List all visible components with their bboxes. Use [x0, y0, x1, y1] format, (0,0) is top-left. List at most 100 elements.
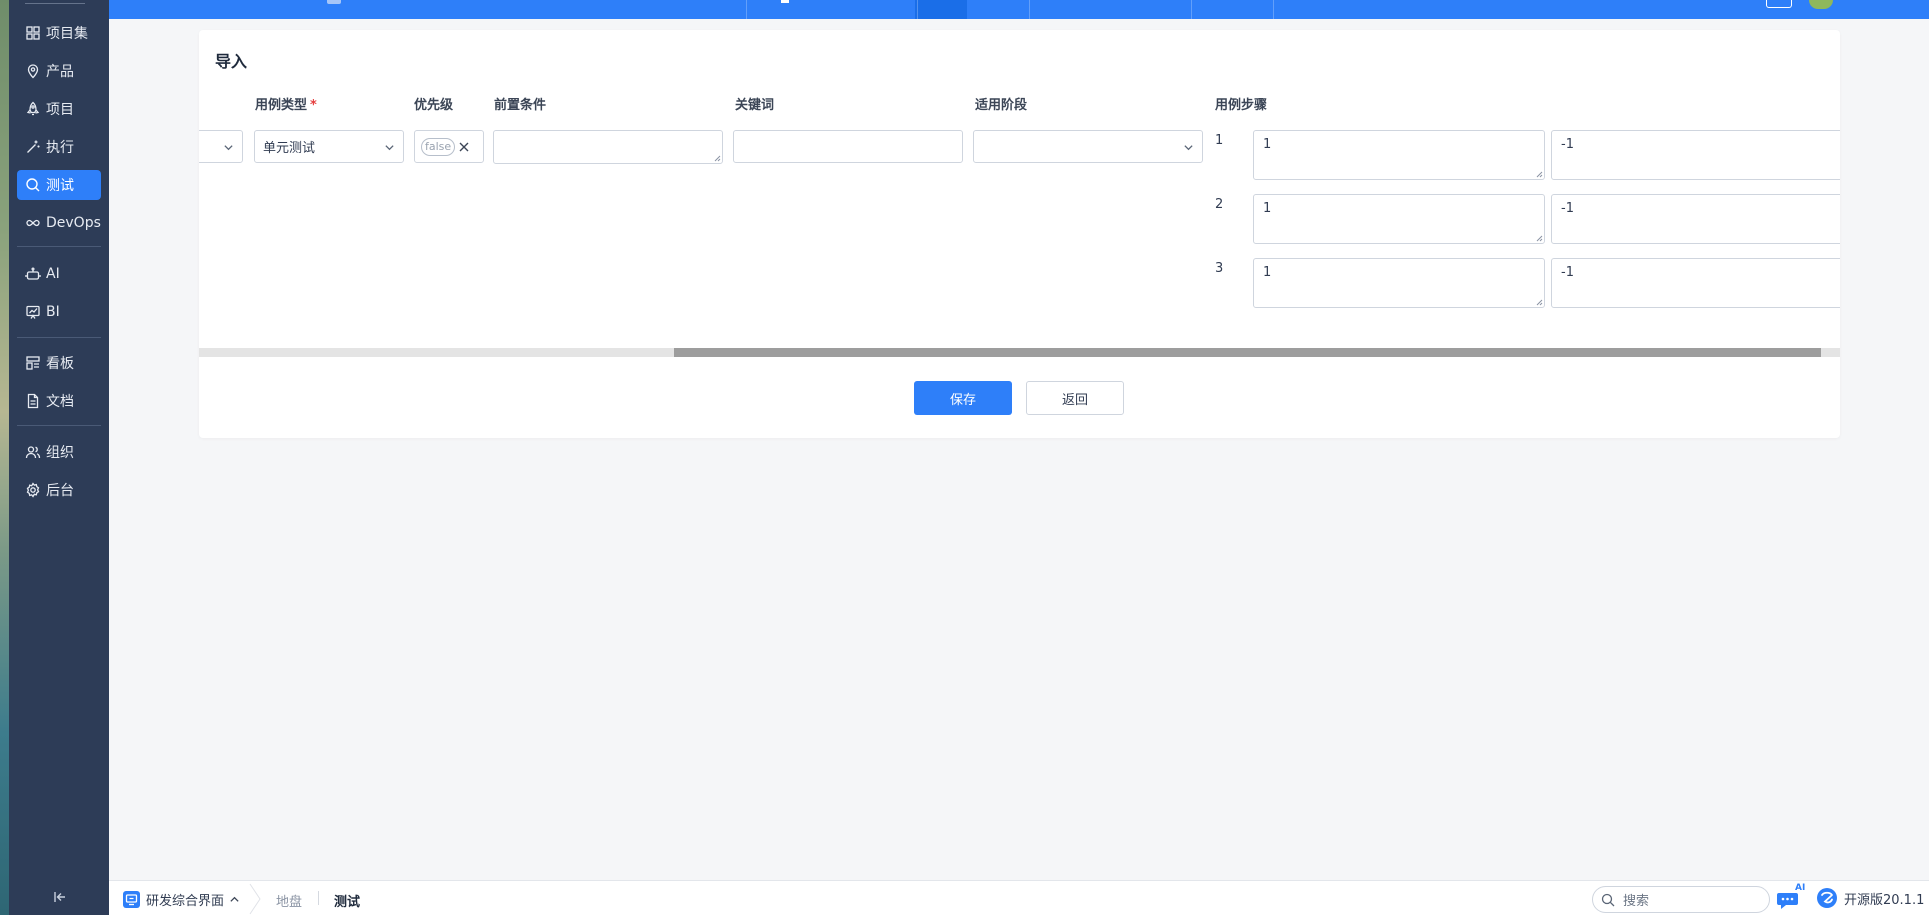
sidebar-item-label: 项目集 [46, 26, 88, 42]
horizontal-scrollbar[interactable] [199, 348, 1840, 357]
create-action-button[interactable] [1766, 0, 1792, 8]
resize-grip-icon[interactable] [1535, 234, 1543, 242]
top-nav-tab-active[interactable] [915, 0, 967, 19]
version-info[interactable]: 开源版20.1.1 [1816, 887, 1924, 909]
infinity-icon [26, 219, 40, 227]
column-header-steps: 用例步骤 [1215, 98, 1268, 113]
priority-select[interactable]: false [414, 130, 484, 163]
required-mark: * [310, 98, 317, 113]
gear-icon [26, 482, 40, 498]
search-placeholder: 搜索 [1623, 894, 1650, 909]
sidebar-item-org[interactable]: 组织 [17, 437, 101, 467]
sidebar-item-product[interactable]: 产品 [17, 56, 101, 86]
step-desc-textarea[interactable]: 1 [1253, 130, 1545, 180]
grid-icon [26, 26, 40, 40]
chevron-up-icon [230, 896, 239, 902]
breadcrumb-item-dashboard[interactable]: 地盘 [276, 891, 302, 910]
bottom-bar: 研发综合界面 地盘 测试 搜索 AI 开源版20.1.1 [109, 880, 1929, 915]
save-button[interactable]: 保存 [914, 381, 1012, 415]
sidebar-item-label: 执行 [46, 140, 74, 156]
kanban-icon [26, 356, 40, 370]
app-icon [123, 891, 140, 908]
sidebar-item-kanban[interactable]: 看板 [17, 348, 101, 378]
sidebar-item-label: 项目 [46, 102, 74, 118]
sidebar-item-label: AI [46, 266, 60, 282]
close-icon[interactable] [458, 141, 470, 153]
collapse-sidebar-icon[interactable] [51, 888, 69, 906]
sidebar-item-label: 产品 [46, 64, 74, 80]
top-nav-indicator [781, 0, 789, 3]
version-label: 开源版20.1.1 [1844, 892, 1925, 908]
top-nav-divider [1273, 0, 1274, 19]
sidebar-item-devops[interactable]: DevOps [17, 208, 101, 238]
sidebar-item-doc[interactable]: 文档 [17, 386, 101, 416]
sidebar-item-label: DevOps [46, 215, 101, 231]
search-icon [26, 178, 40, 192]
step-expect-textarea[interactable]: -1 [1551, 194, 1840, 244]
ai-badge: AI [1795, 883, 1806, 893]
case-type-select[interactable]: 单元测试 [254, 130, 404, 163]
priority-chip: false [421, 138, 456, 156]
sidebar-item-label: BI [46, 304, 60, 320]
sidebar-item-ai[interactable]: AI [17, 259, 101, 289]
app-switcher[interactable]: 研发综合界面 [123, 890, 240, 909]
sidebar-item-partial [25, 0, 85, 4]
resize-grip-icon[interactable] [1535, 298, 1543, 306]
avatar[interactable] [1809, 0, 1833, 9]
step-desc-textarea[interactable]: 1 [1253, 194, 1545, 244]
case-type-value: 单元测试 [263, 141, 316, 156]
scrollbar-thumb[interactable] [674, 348, 1821, 357]
top-navbar [109, 0, 1929, 19]
column-header-keywords: 关键词 [735, 98, 775, 113]
sidebar-item-label: 后台 [46, 483, 74, 499]
magic-wand-icon [27, 140, 40, 153]
app-name: 研发综合界面 [146, 894, 225, 909]
column-header-stage: 适用阶段 [975, 98, 1028, 113]
resize-grip-icon[interactable] [713, 154, 721, 162]
sidebar-item-label: 组织 [46, 445, 74, 461]
sidebar-item-bi[interactable]: BI [17, 297, 101, 327]
document-icon [27, 393, 39, 409]
sidebar-item-admin[interactable]: 后台 [17, 475, 101, 505]
import-card: 导入 用例类型 * 优先级 前置条件 关键词 适用阶段 用例步骤 单元测试 fal… [199, 30, 1840, 438]
top-menu-item[interactable] [327, 0, 341, 4]
sidebar-item-test[interactable]: 测试 [17, 170, 101, 200]
top-nav-divider [1191, 0, 1192, 19]
zentao-logo-icon [1817, 888, 1837, 908]
sidebar-item-label: 看板 [46, 356, 74, 372]
users-icon [25, 446, 41, 459]
step-desc-textarea[interactable]: 1 [1253, 258, 1545, 308]
sidebar-item-project[interactable]: 项目 [17, 94, 101, 124]
column-header-priority: 优先级 [414, 98, 454, 113]
top-nav-divider [746, 0, 747, 19]
location-pin-icon [27, 64, 39, 79]
step-expect-textarea[interactable]: -1 [1551, 258, 1840, 308]
breadcrumb-item-test[interactable]: 测试 [334, 891, 360, 910]
sidebar-divider [17, 425, 101, 426]
keywords-input[interactable] [733, 130, 963, 163]
sidebar: 项目集 产品 项目 执行 测试 DevOps AI BI 看板 文档 组织 后台 [9, 0, 109, 915]
sidebar-item-program[interactable]: 项目集 [17, 18, 101, 48]
stage-select[interactable] [973, 130, 1203, 163]
global-search-input[interactable]: 搜索 [1592, 886, 1770, 913]
robot-icon [25, 267, 41, 280]
sidebar-item-execution[interactable]: 执行 [17, 132, 101, 162]
column-header-precondition: 前置条件 [494, 98, 547, 113]
ai-chat-button[interactable]: AI [1776, 883, 1806, 911]
step-number: 3 [1215, 261, 1224, 276]
module-select[interactable] [199, 130, 243, 163]
chevron-down-icon [385, 145, 394, 151]
chevron-down-icon [224, 145, 233, 151]
chart-board-icon [26, 305, 40, 319]
column-header-case-type: 用例类型 * [255, 98, 317, 113]
sidebar-item-label: 测试 [46, 178, 74, 194]
precondition-textarea[interactable] [493, 130, 723, 164]
step-expect-textarea[interactable]: -1 [1551, 130, 1840, 180]
top-nav-divider [917, 0, 918, 19]
resize-grip-icon[interactable] [1535, 170, 1543, 178]
breadcrumb-divider [318, 891, 319, 905]
top-nav-divider [1029, 0, 1030, 19]
page-title: 导入 [215, 52, 248, 71]
back-button[interactable]: 返回 [1026, 381, 1124, 415]
search-icon [1601, 893, 1615, 906]
